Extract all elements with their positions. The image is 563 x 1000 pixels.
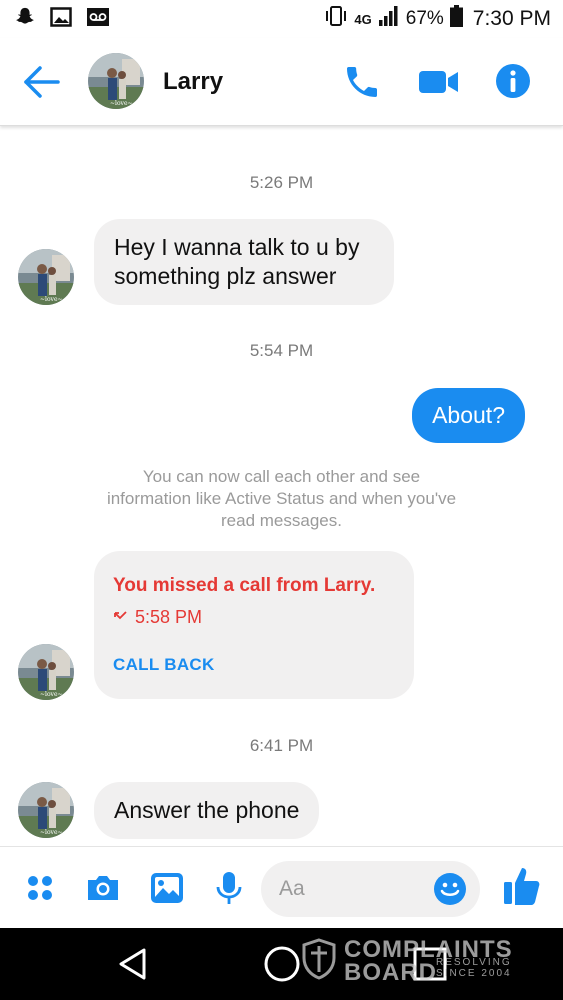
gallery-icon [50,6,72,32]
contact-name: Larry [163,68,224,95]
microphone-icon[interactable] [210,869,248,907]
message-input[interactable] [279,873,429,905]
image-icon[interactable] [148,869,186,907]
apps-icon[interactable] [22,869,60,907]
clock: 7:30 PM [472,7,551,30]
battery-icon [449,5,463,33]
svg-text:~love~: ~love~ [40,296,63,303]
timestamp: 5:26 PM [249,173,314,192]
svg-text:~love~: ~love~ [40,829,63,836]
missed-call-title: You missed a call from Larry. [113,575,376,596]
watermark-tagline: RESOLVING SINCE 2004 [436,957,512,979]
contact-avatar[interactable]: ~love~ [18,782,74,838]
snapchat-icon [14,6,36,33]
missed-call-time-row: 5:58 PM [113,607,202,628]
network-type: 4G [354,11,372,27]
emoji-icon[interactable] [433,872,467,911]
battery-percent: 67% [405,8,444,29]
missed-call-time: 5:58 PM [135,607,203,627]
phone-icon[interactable] [342,62,382,102]
incoming-message[interactable]: Hey I wanna talk to u by something plz a… [94,219,394,305]
home-circle-icon[interactable] [262,944,302,984]
vibrate-icon [324,5,348,33]
timestamp: 5:54 PM [249,341,314,360]
call-back-button[interactable]: CALL BACK [113,655,215,675]
shield-icon [302,938,336,985]
back-triangle-icon[interactable] [114,944,154,984]
camera-icon[interactable] [84,869,122,907]
timestamp: 6:41 PM [249,736,314,755]
watermark: COMPLAINTS BOARD RESOLVING SINCE 2004 [302,936,522,986]
contact-avatar[interactable]: ~love~ [18,644,74,700]
message-input-wrap [261,861,480,917]
contact-avatar[interactable]: ~love~ [18,249,74,305]
incoming-message[interactable]: Answer the phone [94,782,320,839]
missed-call-card: You missed a call from Larry. 5:58 PM CA… [94,551,414,699]
back-arrow-icon[interactable] [22,64,62,100]
voicemail-icon [86,7,110,32]
outgoing-message[interactable]: About? [412,388,525,443]
contact-avatar[interactable]: ~love~ [88,53,144,109]
conversation-header: ~love~ Larry [0,38,563,126]
system-notice: You can now call each other and see info… [106,467,457,530]
missed-call-arrow-icon [113,607,129,628]
thumbs-up-icon[interactable] [502,865,540,905]
status-bar: 4G 67% 7:30 PM [0,0,563,38]
svg-text:~love~: ~love~ [40,691,63,698]
signal-icon [378,5,400,33]
info-icon[interactable] [494,62,534,102]
watermark-line2: BOARD [344,959,437,986]
message-composer [0,846,563,928]
video-icon[interactable] [418,62,458,102]
svg-text:~love~: ~love~ [110,100,133,107]
